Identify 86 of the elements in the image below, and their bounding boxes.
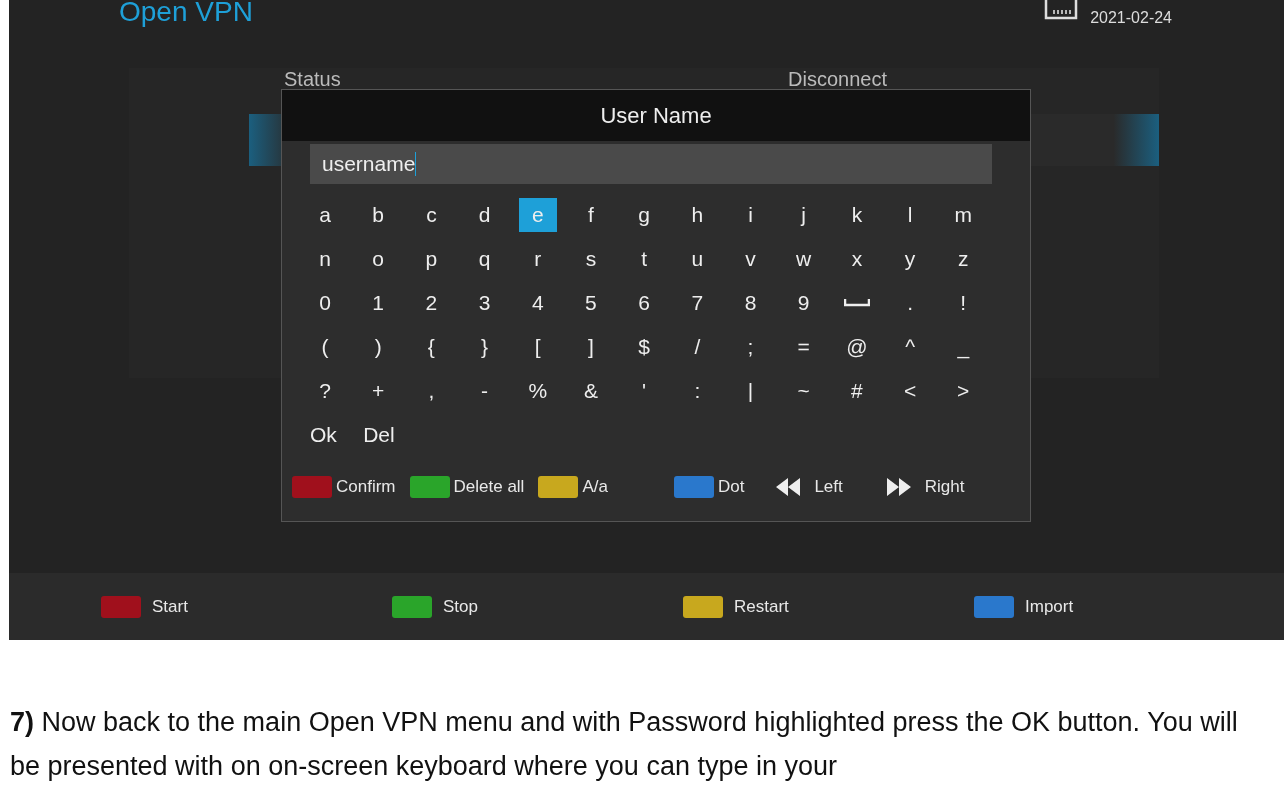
key[interactable]: 6 [625,286,664,320]
key[interactable]: o [359,242,398,276]
key[interactable]: + [359,374,398,408]
key-label: Restart [734,596,789,617]
key[interactable]: # [837,374,876,408]
key[interactable]: 9 [784,286,823,320]
key[interactable]: % [518,374,557,408]
hint-label: Delete all [453,477,525,497]
key[interactable]: , [412,374,451,408]
instruction-paragraph: 7) Now back to the main Open VPN menu and with Password highlighted press the OK button. You will be presented with on on-screen keyboard where you can type in your [10,706,1239,783]
key[interactable]: q [465,242,504,276]
key[interactable]: t [625,242,664,276]
key[interactable]: s [571,242,610,276]
key[interactable]: 7 [678,286,717,320]
key[interactable]: 4 [518,286,557,320]
key[interactable]: ] [571,330,610,364]
key[interactable]: ~ [784,374,823,408]
key[interactable]: . [891,286,930,320]
key[interactable]: ? [306,374,344,408]
menu-label[interactable]: Status [284,68,341,91]
key[interactable]: g [625,198,664,232]
key[interactable]: $ [625,330,664,364]
key[interactable]: : [678,374,717,408]
key[interactable]: u [678,242,717,276]
dialog-title: User Name [282,90,1030,141]
key[interactable]: y [891,242,930,276]
key[interactable]: @ [837,330,876,364]
key[interactable]: r [518,242,557,276]
key[interactable]: ) [359,330,398,364]
key[interactable]: 0 [306,286,344,320]
key[interactable]: 8 [731,286,770,320]
key[interactable]: a [306,198,344,232]
key[interactable]: { [412,330,451,364]
key[interactable]: n [306,242,344,276]
key[interactable]: 2 [412,286,451,320]
key[interactable]: ; [731,330,770,364]
hint-label: A/a [582,477,608,497]
key-label: Stop [443,596,478,617]
key[interactable]: l [891,198,930,232]
key[interactable]: d [465,198,504,232]
key[interactable]: m [944,198,983,232]
key[interactable]: & [571,374,610,408]
key[interactable]: 3 [465,286,504,320]
key[interactable]: ( [306,330,344,364]
key[interactable]: = [784,330,823,364]
menu-label[interactable]: Disconnect [788,68,887,91]
calendar-icon [1044,0,1079,20]
key[interactable]: b [359,198,398,232]
key[interactable]: c [412,198,451,232]
key[interactable]: j [784,198,823,232]
key[interactable]: ' [625,374,664,408]
key[interactable]: _ [944,330,983,364]
screen-title: Open VPN [119,0,253,28]
key[interactable]: Del [359,418,413,452]
key[interactable]: i [731,198,770,232]
key[interactable]: [ [518,330,557,364]
key[interactable]: - [465,374,504,408]
key[interactable]: } [465,330,504,364]
date-text: 2021-02-24 [1090,9,1172,27]
key[interactable]: < [891,374,930,408]
hint-label: Right [924,477,965,497]
key[interactable]: 5 [571,286,610,320]
key-label: Start [152,596,188,617]
key[interactable]: z [944,242,983,276]
key[interactable]: w [784,242,823,276]
input-field[interactable]: username [310,144,992,184]
key[interactable]: > [944,374,983,408]
hint-label: Left [814,477,843,497]
rewind-icon [776,478,801,496]
key[interactable]: / [678,330,717,364]
key[interactable]: Ok [306,418,360,452]
space-icon [843,299,870,307]
key[interactable]: h [678,198,717,232]
hint-label: Dot [717,477,745,497]
key[interactable]: f [571,198,610,232]
hint-label: Confirm [336,477,396,497]
key[interactable]: ! [944,286,983,320]
key[interactable]: p [412,242,451,276]
key[interactable]: x [837,242,876,276]
key[interactable]: v [731,242,770,276]
key[interactable]: 1 [359,286,398,320]
key[interactable]: k [837,198,876,232]
key[interactable]: | [731,374,770,408]
key-label: Import [1025,596,1074,617]
key[interactable]: ^ [891,330,930,364]
fast-forward-icon [886,478,911,496]
